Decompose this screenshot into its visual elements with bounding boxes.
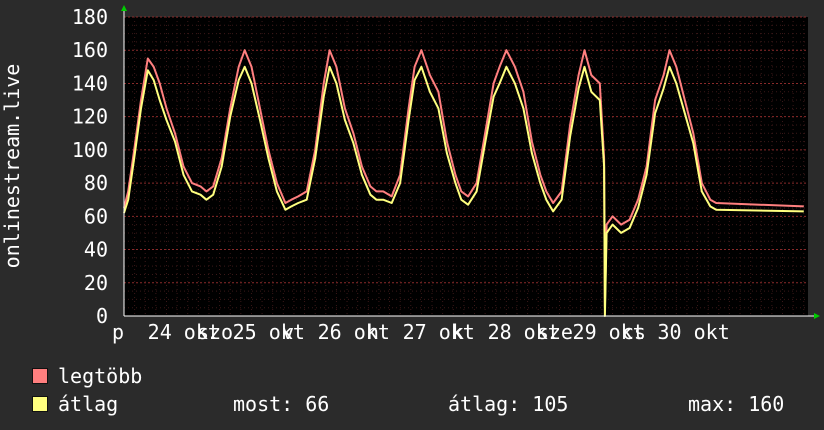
legend-swatch-max <box>32 368 48 384</box>
y-tick-labels: 0 20 40 60 80 100 120 140 160 180 <box>72 5 108 328</box>
x-axis-arrow <box>814 313 820 319</box>
stat-average: átlag: 105 <box>448 392 569 416</box>
chart: 020406080100120140160180 p 24 oktszo 25 ok… <box>0 5 820 344</box>
x-tick-label: 27 okt <box>403 320 475 344</box>
y-tick-label: 60 <box>84 204 108 228</box>
y-tick-label: 100 <box>72 138 108 162</box>
x-tick-label: k <box>452 320 464 344</box>
y-tick-label: 180 <box>72 5 108 29</box>
y-tick-label: 140 <box>72 71 108 95</box>
legend-swatch-avg <box>32 396 48 412</box>
legend-label-max: legtöbb <box>58 364 143 388</box>
x-tick-label: sze <box>537 320 573 344</box>
y-tick-label: 160 <box>72 38 108 62</box>
y-tick-label: 20 <box>84 271 108 295</box>
x-tick-label: 26 okt <box>318 320 390 344</box>
x-tick-label: h <box>367 320 379 344</box>
x-tick-label: cs <box>622 320 646 344</box>
x-tick-label: 25 okt <box>233 320 305 344</box>
stat-now: most: 66 <box>233 392 330 416</box>
y-axis-arrow <box>121 5 127 11</box>
x-tick-label: 30 okt <box>658 320 730 344</box>
legend-label-avg: átlag <box>58 392 119 416</box>
plot-background <box>124 17 808 316</box>
legend-item-avg: átlag most: 66 átlag: 105 max: 160 <box>28 390 818 418</box>
stat-max: max: 160 <box>688 392 785 416</box>
y-tick-label: 40 <box>84 238 108 262</box>
x-tick-label: szo <box>197 320 233 344</box>
y-tick-label: 0 <box>96 304 108 328</box>
x-tick-label: p <box>112 320 124 344</box>
x-tick-label: v <box>282 320 294 344</box>
legend: legtöbb átlag most: 66 átlag: 105 max: 1… <box>28 362 818 418</box>
x-tick-labels: p 24 oktszo 25 oktv 26 okth 27 oktk 28 oktsze… <box>112 320 730 344</box>
y-tick-label: 120 <box>72 105 108 129</box>
y-axis-label: onlinestream.live <box>0 64 24 269</box>
y-tick-label: 80 <box>84 171 108 195</box>
legend-item-max: legtöbb <box>28 362 818 390</box>
